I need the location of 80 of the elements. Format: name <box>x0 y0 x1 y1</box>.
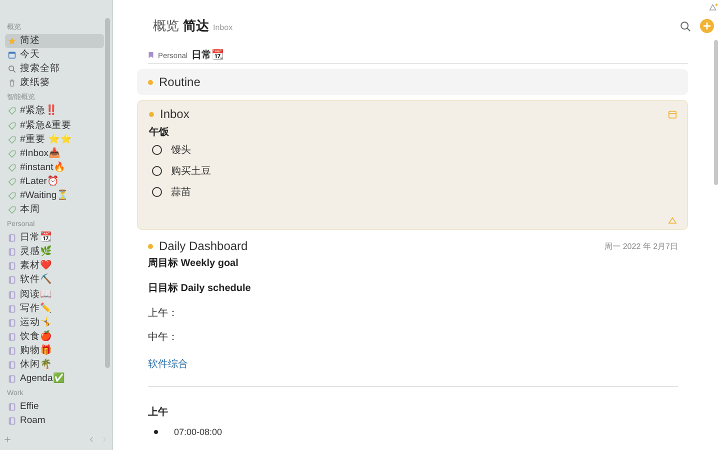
note-label: 中午： <box>148 330 179 344</box>
sidebar-item[interactable]: 日常📆 <box>5 231 104 246</box>
sidebar-item[interactable]: #Later⏰ <box>5 174 104 189</box>
card-title: Routine <box>159 75 200 89</box>
add-icon[interactable] <box>4 436 11 442</box>
sidebar-item[interactable]: 废纸篓 <box>5 76 104 90</box>
bullet-icon <box>154 430 158 434</box>
sidebar-item[interactable]: #Inbox📥 <box>5 146 104 161</box>
page-title: 简达 <box>183 17 209 35</box>
sidebar-item[interactable]: Roam <box>5 414 104 428</box>
calendar-icon <box>8 51 16 60</box>
list-item-text: 07:00-08:00 <box>174 426 222 436</box>
bookmark-icon <box>148 52 154 58</box>
triangle-icon[interactable] <box>709 3 718 11</box>
sidebar-item[interactable]: 本周 <box>5 203 104 218</box>
todo-text: 蒜苗 <box>171 186 191 198</box>
note-date: 周一 2022 年 2月7日 <box>604 240 678 252</box>
sidebar-item[interactable]: 运动🤸 <box>5 316 104 330</box>
calendar-icon[interactable] <box>668 110 677 118</box>
scrollbar[interactable] <box>714 40 718 185</box>
sidebar-item[interactable]: 灵感🌿 <box>5 245 104 260</box>
sidebar-item[interactable]: 简述 <box>5 34 104 48</box>
notebook-icon <box>8 318 16 327</box>
search-icon[interactable] <box>680 20 691 32</box>
card-title: Inbox <box>160 107 190 121</box>
todo-text: 购买土豆 <box>171 164 211 178</box>
sidebar-item[interactable]: 写作✏ <box>5 302 104 316</box>
notebook-icon <box>8 276 16 284</box>
scrollbar[interactable] <box>105 18 110 368</box>
star-icon <box>8 37 16 46</box>
trash-icon <box>8 79 16 88</box>
note-heading: 上午 <box>148 406 169 419</box>
notebook-icon <box>8 361 16 370</box>
back-icon[interactable] <box>88 436 95 442</box>
notebook-icon <box>8 304 16 313</box>
sidebar-item[interactable]: #紧急&重要 <box>5 118 104 133</box>
page-subtitle: Inbox <box>213 23 233 32</box>
note-label: 上午： <box>148 306 179 320</box>
note-title: Daily Dashboard <box>159 239 248 253</box>
sidebar-item[interactable]: #紧急‼ <box>5 104 104 118</box>
note-card[interactable]: Inbox 午饭 馒头 购买土豆 蒜苗 <box>137 100 688 230</box>
notebook-icon <box>8 346 16 355</box>
todo-checkbox[interactable] <box>152 166 162 176</box>
notebook-icon <box>8 417 16 426</box>
add-button[interactable] <box>700 19 714 33</box>
status-dot <box>148 244 153 248</box>
notebook-icon <box>8 290 16 299</box>
sidebar-item[interactable]: Effie <box>5 400 104 414</box>
sidebar-item[interactable]: 阅读📖 <box>5 288 104 302</box>
status-dot <box>148 80 153 84</box>
sidebar-item[interactable]: #instant🔥 <box>5 160 104 175</box>
sidebar-item[interactable]: 休闲🌴 <box>5 358 104 372</box>
status-dot <box>149 112 154 116</box>
notebook-icon <box>8 262 16 270</box>
sidebar-item[interactable]: Agenda✅ <box>5 372 104 386</box>
card-heading: 午饭 <box>149 126 170 139</box>
sidebar-item[interactable]: 购物🎁 <box>5 344 104 358</box>
sidebar-item[interactable]: 饮食🍎 <box>5 330 104 344</box>
notebook-icon <box>8 234 16 242</box>
triangle-icon[interactable] <box>668 217 677 224</box>
notebook-icon <box>8 332 16 341</box>
sidebar-item[interactable]: 搜索全部 <box>5 62 104 76</box>
notebook-icon <box>8 248 16 256</box>
note-card[interactable]: Routine <box>137 69 688 95</box>
todo-checkbox[interactable] <box>152 144 162 154</box>
sidebar-item[interactable]: 今天 <box>5 48 104 62</box>
note-link[interactable]: 软件综合 <box>148 359 188 370</box>
breadcrumb-title[interactable]: 概览 <box>153 17 179 35</box>
notebook-icon <box>8 403 16 412</box>
notebook-page-name[interactable]: 日常📆 <box>192 48 224 62</box>
sidebar-item[interactable]: #重要 ⭐⭐ <box>5 132 104 147</box>
todo-checkbox[interactable] <box>152 186 162 196</box>
notebook-icon <box>8 375 16 384</box>
note-heading: 日目标 Daily schedule <box>148 282 252 295</box>
note-heading: 周目标 Weekly goal <box>148 256 240 270</box>
sidebar-item[interactable]: 软件⛏ <box>5 273 104 288</box>
search-icon <box>8 65 16 74</box>
sidebar-item[interactable]: #Waiting⏳ <box>5 188 104 204</box>
sidebar-item[interactable]: 素材❤ <box>5 259 104 274</box>
todo-text: 馒头 <box>171 144 191 156</box>
